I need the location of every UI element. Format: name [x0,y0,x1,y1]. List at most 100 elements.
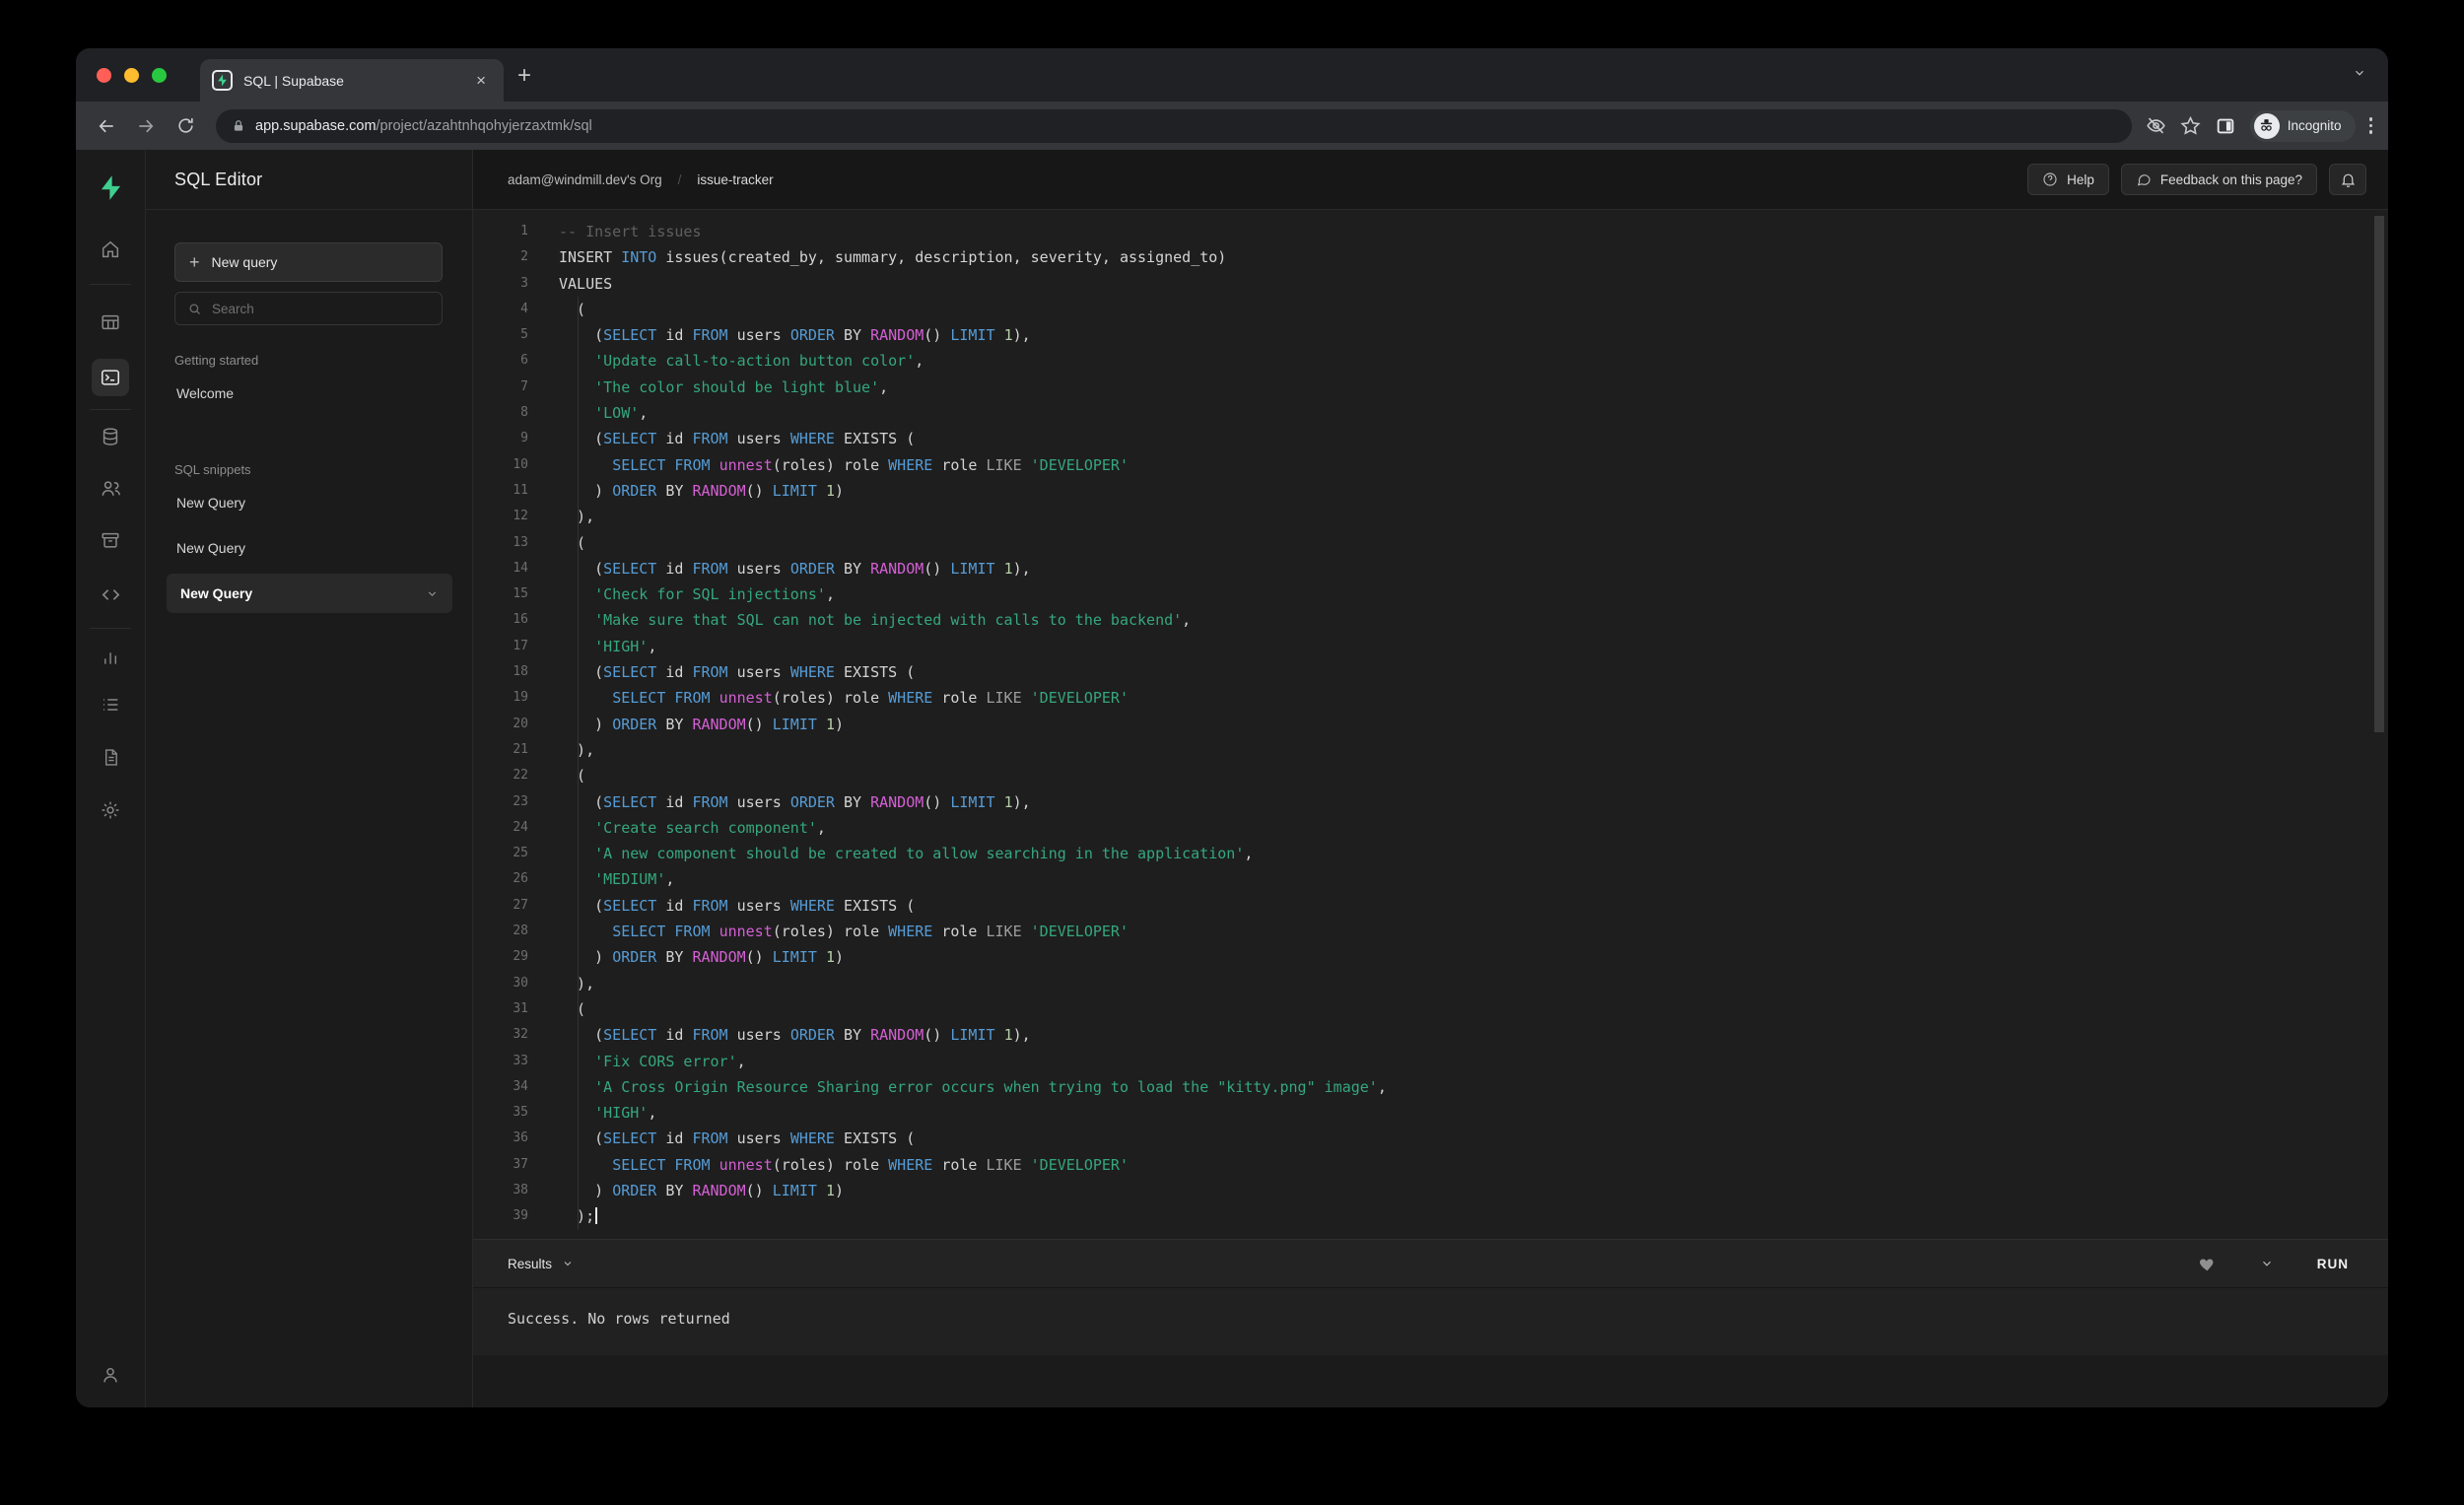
url-text: app.supabase.com/project/azahtnhqohyjerz… [255,118,592,134]
forward-button[interactable] [129,109,163,143]
rail-api-docs-icon[interactable] [92,738,129,776]
code-line: 15 'Check for SQL injections', [513,585,835,604]
sql-editor-sidebar: SQL Editor + New query Getting started W… [146,150,473,1407]
sql-snippets-label: SQL snippets [174,462,251,477]
chevron-down-icon[interactable] [426,587,439,600]
code-line: 22 ( [513,767,586,786]
supabase-favicon-icon [212,70,233,91]
feedback-button[interactable]: Feedback on this page? [2120,164,2317,195]
code-line: 9 (SELECT id FROM users WHERE EXISTS ( [520,430,916,448]
code-line: 2 INSERT INTO issues(created_by, summary,… [520,248,1227,267]
lock-icon [232,119,245,133]
code-line: 1 -- Insert issues [520,223,702,240]
code-line: 11 ) ORDER BY RANDOM() LIMIT 1) [513,481,844,500]
results-panel: Success. No rows returned [473,1288,2388,1407]
code-line: 12 ), [513,508,595,526]
search-input[interactable] [212,301,430,316]
address-bar[interactable]: app.supabase.com/project/azahtnhqohyjerz… [216,108,2132,143]
code-line: 35 'HIGH', [513,1104,657,1123]
minimize-window-button[interactable] [124,68,139,83]
tab-strip: SQL | Supabase × + [76,48,2388,102]
tab-search-chevron-icon[interactable] [2353,66,2366,80]
code-line: 24 'Create search component', [513,818,826,837]
rail-home-icon[interactable] [92,231,129,268]
sidebar-item-snippet-3-active[interactable]: New Query [167,574,452,613]
run-options-chevron-icon[interactable] [2260,1257,2274,1270]
rail-settings-gear-icon[interactable] [92,791,129,829]
nav-rail [76,150,146,1407]
url-path: /project/azahtnhqohyjerzaxtmk/sql [376,117,592,134]
incognito-badge: Incognito [2249,109,2356,142]
code-line: 36 (SELECT id FROM users WHERE EXISTS ( [513,1129,916,1148]
back-button[interactable] [90,109,123,143]
code-line: 14 (SELECT id FROM users ORDER BY RANDOM… [513,559,1031,578]
code-line: 34 'A Cross Origin Resource Sharing erro… [513,1077,1387,1096]
browser-menu-kebab-icon[interactable] [2368,117,2372,134]
code-line: 8 'LOW', [520,404,649,423]
code-line: 13 ( [513,533,586,552]
sql-code-editor[interactable]: 1 -- Insert issues 2 INSERT INTO issues(cre… [473,210,2388,1239]
rail-database-icon[interactable] [92,418,129,455]
results-label: Results [508,1256,553,1271]
supabase-logo-icon[interactable] [92,169,129,206]
active-snippet-label: New Query [180,585,253,601]
tab-close-icon[interactable]: × [470,70,492,91]
code-line: 7 'The color should be light blue', [520,377,889,396]
new-tab-button[interactable]: + [517,64,531,88]
rail-table-editor-icon[interactable] [92,304,129,341]
favorite-heart-icon[interactable] [2198,1255,2217,1273]
query-status-message: Success. No rows returned [508,1310,730,1328]
bell-icon [2340,171,2357,188]
rail-auth-users-icon[interactable] [92,469,129,507]
side-panel-icon[interactable] [2215,115,2236,137]
help-button[interactable]: Help [2027,164,2109,195]
code-lines: 1 -- Insert issues 2 INSERT INTO issues(cre… [473,210,2388,1230]
code-line: 23 (SELECT id FROM users ORDER BY RANDOM… [513,792,1031,811]
getting-started-label: Getting started [174,353,259,368]
rail-account-user-icon[interactable] [92,1356,129,1394]
run-button[interactable]: RUN [2317,1257,2349,1271]
code-line: 21 ), [513,740,595,759]
code-line: 38 ) ORDER BY RANDOM() LIMIT 1) [513,1181,844,1199]
breadcrumb-separator: / [677,171,682,187]
breadcrumb-project[interactable]: issue-tracker [697,172,773,187]
code-line: 28 SELECT FROM unnest(roles) role WHERE … [513,923,1129,941]
code-line: 6 'Update call-to-action button color', [520,352,924,371]
eye-off-icon[interactable] [2146,115,2166,136]
sidebar-item-snippet-2[interactable]: New Query [174,528,443,568]
sidebar-item-snippet-1[interactable]: New Query [174,483,443,522]
bookmark-star-icon[interactable] [2180,115,2201,136]
rail-reports-icon[interactable] [92,639,129,676]
code-line: 16 'Make sure that SQL can not be inject… [513,611,1192,630]
code-line: 39 ); [473,1203,2388,1229]
sidebar-header: SQL Editor [146,150,472,210]
rail-logs-icon[interactable] [92,686,129,723]
code-line: 27 (SELECT id FROM users WHERE EXISTS ( [513,896,916,915]
reload-button[interactable] [169,109,202,143]
close-window-button[interactable] [97,68,111,83]
notifications-button[interactable] [2329,164,2366,195]
page-title: SQL Editor [174,169,263,189]
code-line: 30 ), [513,974,595,992]
incognito-label: Incognito [2287,118,2342,133]
rail-sql-editor-icon[interactable] [92,359,129,396]
code-line: 10 SELECT FROM unnest(roles) role WHERE … [513,455,1129,474]
breadcrumb-org[interactable]: adam@windmill.dev's Org [508,172,662,187]
snippet-search[interactable] [174,292,443,325]
code-line: 3 VALUES [520,274,613,293]
sidebar-item-welcome[interactable]: Welcome [174,374,443,413]
rail-edge-functions-icon[interactable] [92,576,129,613]
search-icon [187,302,202,316]
results-dropdown[interactable]: Results [508,1257,574,1271]
browser-toolbar: app.supabase.com/project/azahtnhqohyjerz… [76,102,2388,150]
editor-scrollbar-thumb[interactable] [2374,216,2384,732]
code-line: 29 ) ORDER BY RANDOM() LIMIT 1) [513,948,844,967]
rail-storage-icon[interactable] [92,521,129,559]
code-line: 26 'MEDIUM', [513,870,675,889]
zoom-window-button[interactable] [152,68,167,83]
new-query-button[interactable]: + New query [174,242,443,282]
browser-tab[interactable]: SQL | Supabase × [200,59,504,102]
code-line: 33 'Fix CORS error', [513,1052,746,1070]
text-cursor [595,1207,598,1225]
toolbar-right-controls: Incognito [2146,109,2374,142]
